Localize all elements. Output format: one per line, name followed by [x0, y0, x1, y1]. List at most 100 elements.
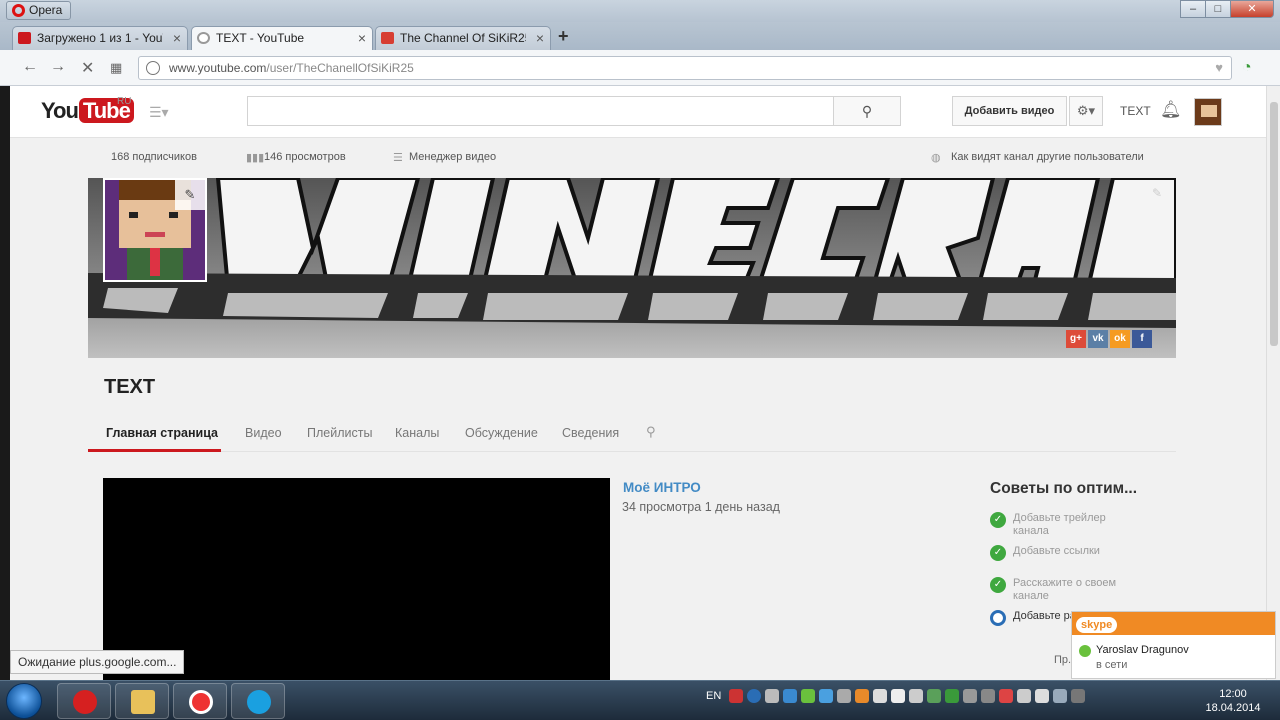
- logo-region: RU: [117, 96, 132, 107]
- maximize-button[interactable]: □: [1205, 0, 1231, 18]
- tray-volume-icon[interactable]: [1017, 689, 1032, 703]
- tray-app-icon[interactable]: [945, 689, 960, 703]
- extension-icon[interactable]: ◔: [1242, 59, 1252, 77]
- forward-arrow-icon[interactable]: →: [50, 58, 66, 76]
- channel-avatar[interactable]: ✎: [103, 178, 207, 282]
- avatar-tie: [150, 248, 160, 276]
- check-done-icon: ✓: [990, 545, 1006, 561]
- account-avatar[interactable]: [1194, 98, 1222, 126]
- check-done-icon: ✓: [990, 512, 1006, 528]
- window-controls: – □ ✕: [1180, 0, 1274, 18]
- googleplus-link-icon[interactable]: g+: [1066, 330, 1086, 348]
- skype-notification[interactable]: skype Yaroslav Dragunov в сети: [1071, 611, 1276, 679]
- browser-tab-download[interactable]: Загружено 1 из 1 - YouTube ×: [12, 26, 188, 50]
- minimize-button[interactable]: –: [1180, 0, 1206, 18]
- start-button[interactable]: [6, 683, 42, 719]
- globe-view-icon: ◍: [931, 152, 941, 164]
- tray-app-icon[interactable]: [873, 689, 888, 703]
- check-done-icon: ✓: [990, 577, 1006, 593]
- tray-app-icon[interactable]: [837, 689, 852, 703]
- tip-item[interactable]: ✓ Расскажите о своем канале: [990, 577, 1120, 603]
- tray-app-icon[interactable]: [819, 689, 834, 703]
- taskbar-opera[interactable]: [57, 683, 111, 719]
- video-manager-link[interactable]: Менеджер видео: [409, 151, 496, 163]
- search-input[interactable]: [247, 96, 834, 126]
- channel-stats-bar: 168 подписчиков ▮▮▮ 146 просмотров ☰ Мен…: [88, 138, 1176, 178]
- tab-playlists[interactable]: Плейлисты: [307, 426, 372, 440]
- tray-app-icon[interactable]: [981, 689, 996, 703]
- browser-tab-channel[interactable]: TEXT - YouTube ×: [191, 26, 373, 51]
- loading-spinner-icon: [197, 32, 210, 44]
- avatar-edit-pencil-icon[interactable]: ✎: [175, 180, 205, 210]
- facebook-link-icon[interactable]: f: [1132, 330, 1152, 348]
- browser-tab-googleplus[interactable]: The Channel Of SiKiR25 – Google+ ×: [375, 26, 551, 50]
- page-scrollbar[interactable]: [1266, 86, 1280, 680]
- tip-item[interactable]: ✓ Добавьте трейлер канала: [990, 512, 1120, 538]
- tray-app-icon[interactable]: [729, 689, 744, 703]
- banner-minecraft-letters: [88, 178, 1176, 328]
- view-as-link[interactable]: Как видят канал другие пользователи: [951, 151, 1144, 163]
- tray-network-icon[interactable]: [1035, 689, 1050, 703]
- taskbar-explorer[interactable]: [115, 683, 169, 719]
- tray-app-icon[interactable]: [1071, 689, 1086, 703]
- banner-edit-pencil-icon[interactable]: ✎: [1152, 186, 1162, 200]
- guide-menu-icon[interactable]: ☰▾: [149, 104, 169, 121]
- bookmark-heart-icon[interactable]: ♥: [1215, 57, 1223, 79]
- stop-loading-icon[interactable]: ✕: [81, 58, 94, 78]
- account-name[interactable]: TEXT: [1120, 104, 1151, 118]
- tab-close-icon[interactable]: ×: [536, 27, 544, 49]
- settings-button[interactable]: ⚙▾: [1069, 96, 1103, 126]
- video-title-link[interactable]: Моё ИНТРО: [623, 480, 701, 495]
- opera-menu-button[interactable]: Opera: [6, 1, 72, 20]
- taskbar-clock[interactable]: 12:00 18.04.2014: [1198, 687, 1268, 715]
- tab-about[interactable]: Сведения: [562, 426, 619, 440]
- channel-search-icon[interactable]: ⚲: [646, 424, 656, 440]
- language-indicator[interactable]: EN: [706, 690, 721, 702]
- video-age: 1 день назад: [704, 500, 780, 514]
- notifications-bell-icon[interactable]: 🔔︎: [1160, 100, 1182, 120]
- tab-close-icon[interactable]: ×: [358, 27, 366, 49]
- taskbar-recorder[interactable]: [173, 683, 227, 719]
- tab-videos[interactable]: Видео: [245, 426, 282, 440]
- tab-discussion[interactable]: Обсуждение: [465, 426, 538, 440]
- tab-channels[interactable]: Каналы: [395, 426, 439, 440]
- close-window-button[interactable]: ✕: [1230, 0, 1274, 18]
- skype-logo: skype: [1076, 617, 1118, 633]
- scrollbar-thumb[interactable]: [1270, 102, 1278, 346]
- tab-home[interactable]: Главная страница: [106, 426, 218, 440]
- skype-icon: [247, 690, 271, 714]
- logo-you: You: [41, 98, 79, 123]
- video-meta: 34 просмотра 1 день назад: [622, 500, 780, 514]
- youtube-logo[interactable]: You Tube RU: [41, 96, 134, 124]
- opera-icon: [73, 690, 97, 714]
- tray-signal-icon[interactable]: [909, 689, 924, 703]
- tray-nvidia-icon[interactable]: [927, 689, 942, 703]
- views-chart-icon: ▮▮▮: [246, 152, 265, 164]
- tip-item[interactable]: ✓ Добавьте ссылки: [990, 545, 1120, 561]
- add-video-button[interactable]: Добавить видео: [952, 96, 1067, 126]
- tray-app-icon[interactable]: [783, 689, 798, 703]
- tray-app-icon[interactable]: [855, 689, 870, 703]
- new-tab-button[interactable]: +: [558, 26, 569, 47]
- tray-app-icon[interactable]: [963, 689, 978, 703]
- taskbar-skype[interactable]: [231, 683, 285, 719]
- tab-label: TEXT - YouTube: [216, 31, 305, 45]
- search-button[interactable]: ⚲: [833, 96, 901, 126]
- tab-close-icon[interactable]: ×: [173, 27, 181, 49]
- back-arrow-icon[interactable]: ←: [22, 58, 38, 76]
- tray-app-icon[interactable]: [1053, 689, 1068, 703]
- tray-app-icon[interactable]: [765, 689, 780, 703]
- tab-label: Загружено 1 из 1 - YouTube: [37, 31, 163, 45]
- vk-link-icon[interactable]: vk: [1088, 330, 1108, 348]
- url-field[interactable]: www.youtube.com/user/TheChanellOfSiKiR25…: [138, 56, 1232, 80]
- tray-app-icon[interactable]: [999, 689, 1014, 703]
- video-view-count: 34 просмотра: [622, 500, 702, 514]
- odnoklassniki-link-icon[interactable]: ok: [1110, 330, 1130, 348]
- tray-flag-icon[interactable]: [891, 689, 906, 703]
- speed-dial-grid-icon[interactable]: ▦: [110, 60, 122, 76]
- googleplus-favicon-icon: [381, 32, 394, 44]
- tray-app-icon[interactable]: [801, 689, 816, 703]
- browser-tabbar: Загружено 1 из 1 - YouTube × TEXT - YouT…: [0, 22, 1280, 51]
- view-count[interactable]: 146 просмотров: [264, 151, 346, 163]
- tray-help-icon[interactable]: [747, 689, 762, 703]
